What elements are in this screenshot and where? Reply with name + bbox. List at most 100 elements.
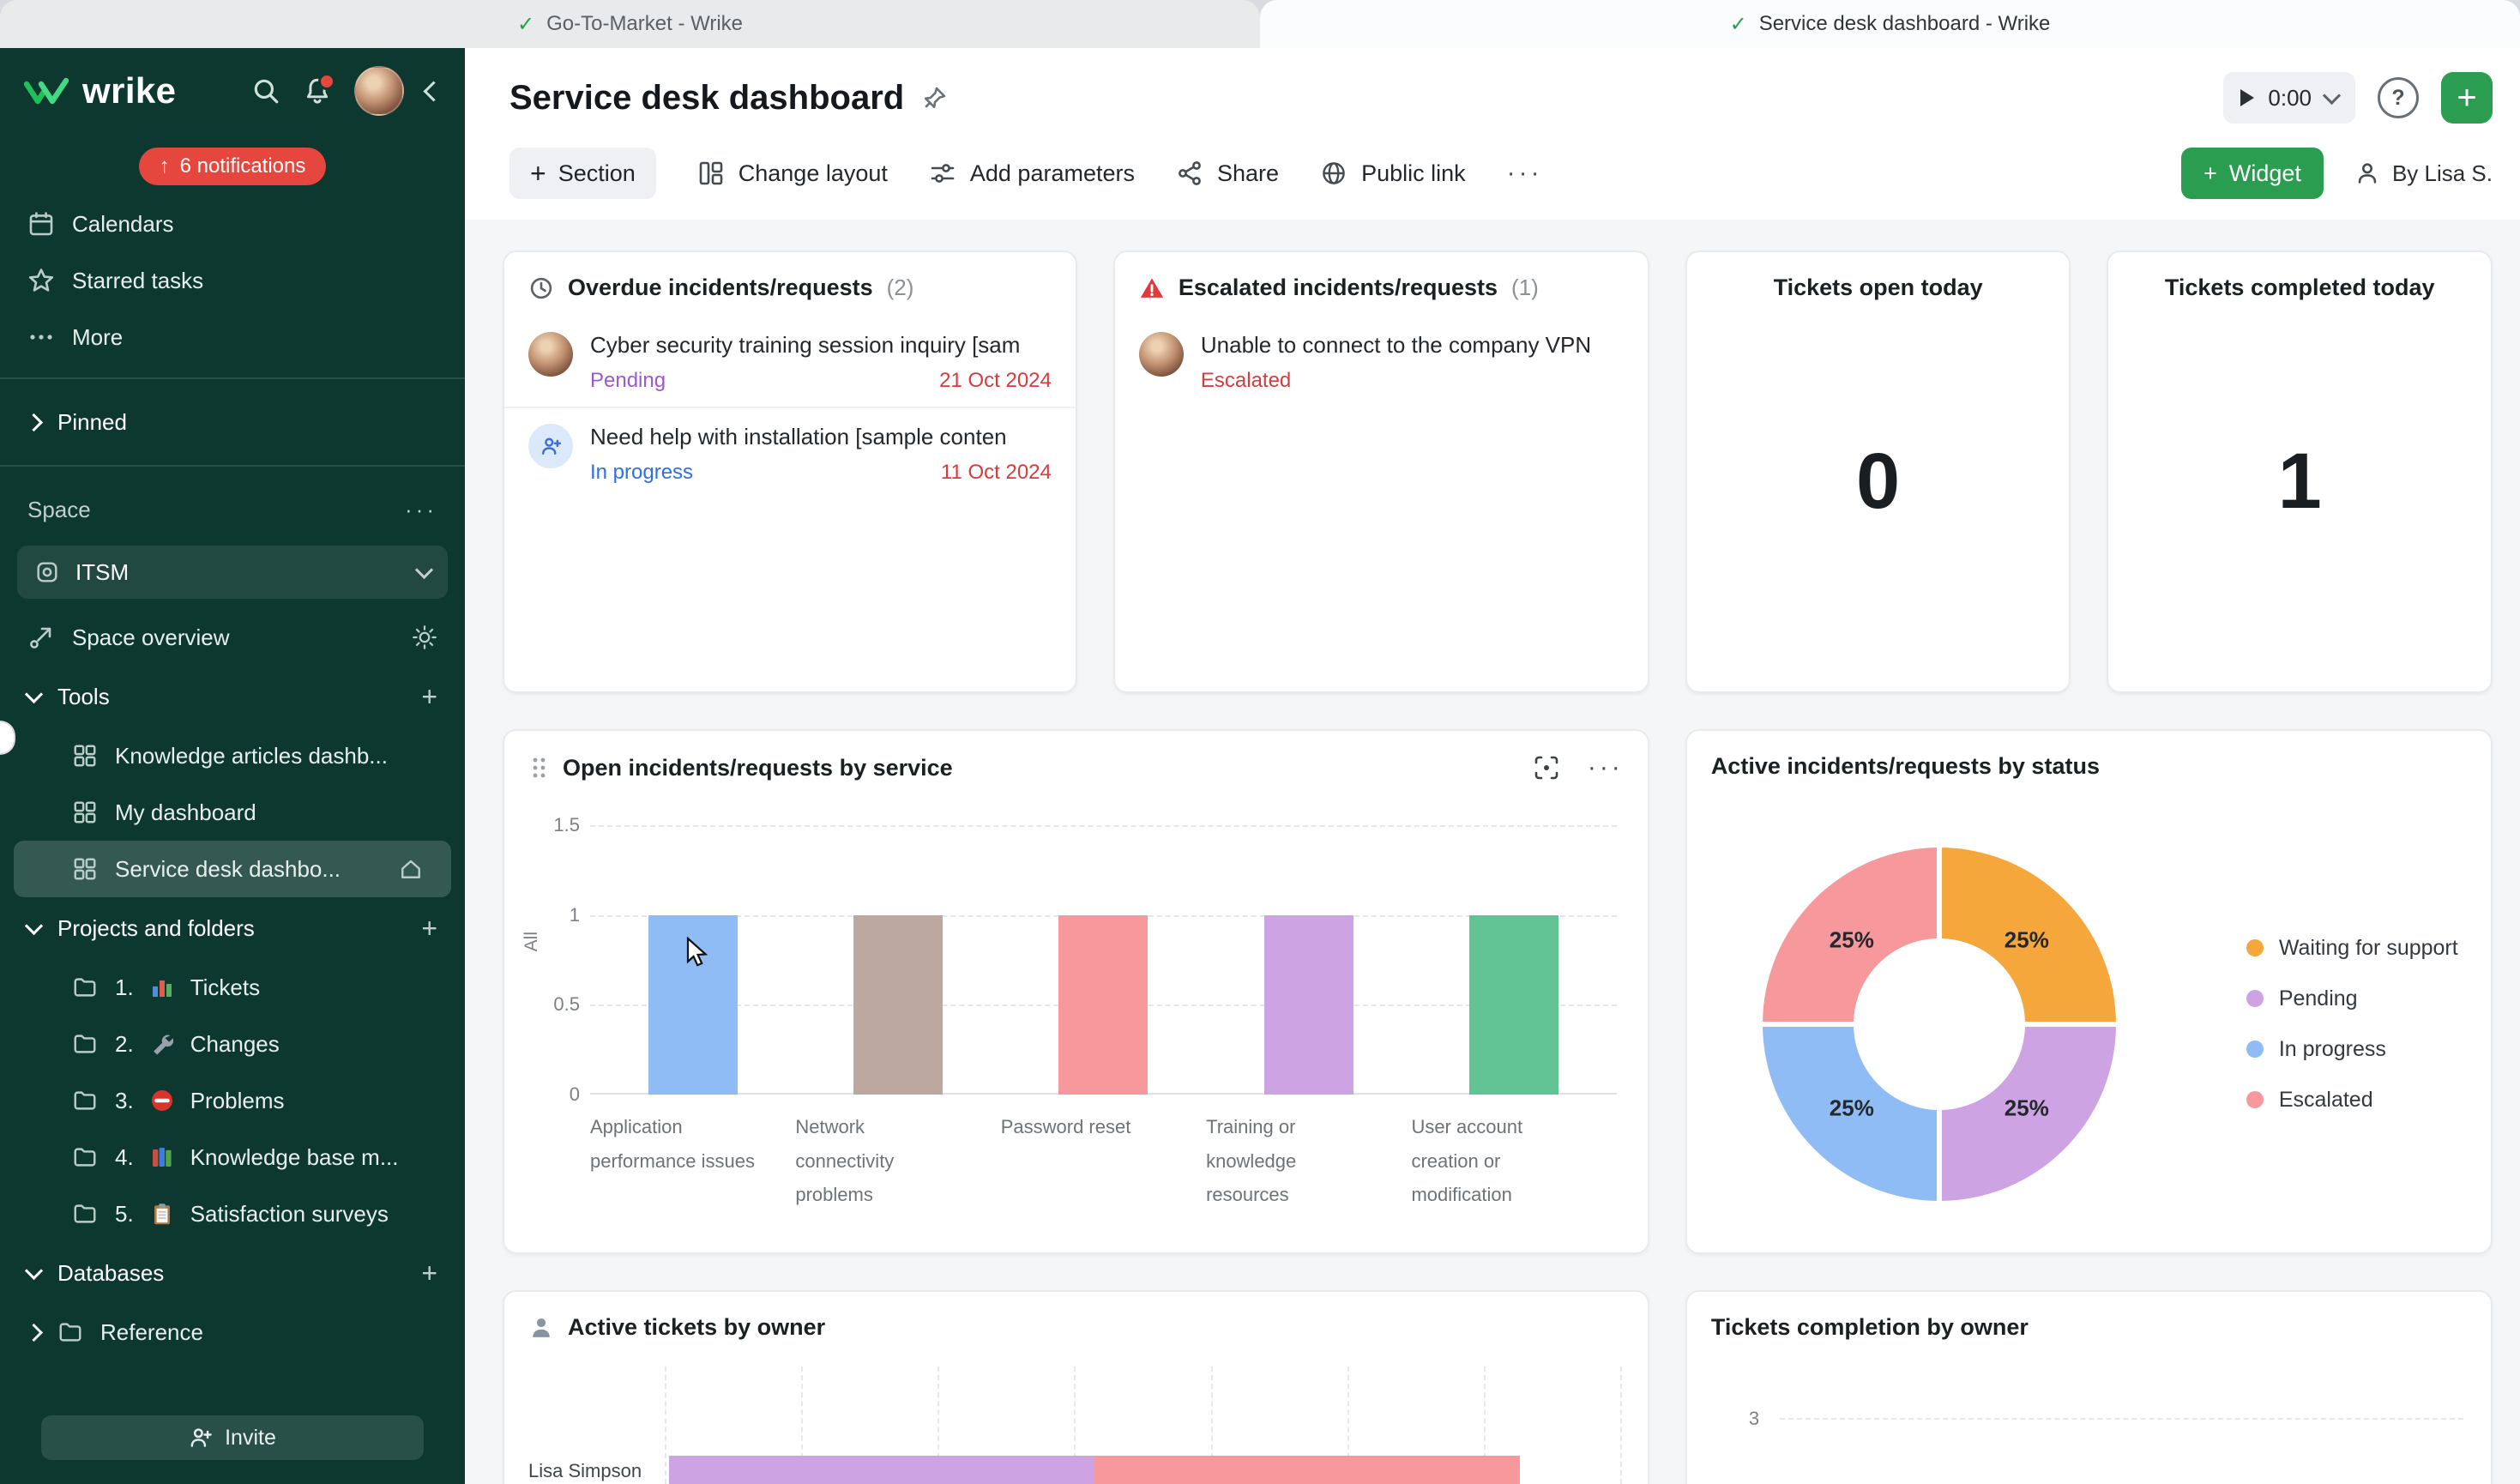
drag-handle-icon[interactable] [528, 755, 549, 781]
ticket-row[interactable]: Cyber security training session inquiry … [504, 317, 1076, 407]
notifications-count: 6 notifications [180, 154, 306, 178]
timer-control[interactable]: 0:00 [2223, 72, 2355, 124]
ticket-title[interactable]: Unable to connect to the company VPN [1201, 332, 1624, 359]
gear-icon[interactable] [412, 624, 437, 650]
brand-name: wrike [82, 70, 176, 112]
sidebar-section-projects[interactable]: Projects and folders + [0, 897, 465, 959]
share-label: Share [1217, 160, 1279, 187]
bar-segment-pink[interactable] [1094, 1456, 1520, 1484]
widget-open-by-service: Open incidents/requests by service ··· A… [503, 729, 1649, 1254]
notifications-bell-icon[interactable] [303, 76, 332, 106]
plus-icon: + [530, 158, 546, 190]
dashboard-toolbar: + Section Change layout Add parameters S… [465, 134, 2520, 220]
bar-application-performance[interactable] [648, 915, 738, 1095]
legend-dot [2246, 990, 2264, 1007]
sidebar-item-starred-tasks[interactable]: Starred tasks [0, 252, 465, 309]
layout-icon [697, 160, 725, 187]
legend-item[interactable]: Waiting for support [2246, 936, 2458, 961]
add-tool-icon[interactable]: + [421, 683, 437, 710]
widget-title: Active tickets by owner [568, 1314, 825, 1341]
sidebar-item-more[interactable]: More [0, 309, 465, 365]
bar-training-knowledge[interactable] [1264, 915, 1353, 1095]
donut-ring[interactable]: 25% 25% 25% 25% [1763, 848, 2116, 1201]
bar-user-account[interactable] [1469, 915, 1558, 1095]
help-button[interactable]: ? [2378, 77, 2419, 118]
play-icon[interactable] [2240, 89, 2254, 106]
dashboard-content: Overdue incidents/requests (2) Cyber sec… [465, 220, 2520, 1484]
x-category-label: Training or knowledge resources [1206, 1110, 1411, 1212]
add-widget-button[interactable]: + Widget [2181, 148, 2324, 199]
browser-tab-go-to-market[interactable]: ✓ Go-To-Market - Wrike [0, 0, 1260, 48]
folder-icon [72, 1144, 98, 1170]
notifications-pill[interactable]: ↑ 6 notifications [139, 148, 327, 185]
ticket-title[interactable]: Need help with installation [sample cont… [590, 424, 1052, 450]
item-number: 2. [115, 1031, 134, 1058]
share-icon [1176, 160, 1203, 187]
pin-icon[interactable] [921, 84, 949, 112]
share-button[interactable]: Share [1176, 160, 1279, 187]
notification-dot [318, 73, 335, 90]
widget-title: Tickets open today [1774, 274, 1983, 301]
search-icon[interactable] [251, 76, 280, 106]
sidebar-item-label: Service desk dashbo... [115, 856, 341, 883]
bar-chart-emoji-icon [151, 976, 173, 998]
sidebar-item-service-desk-dashboard[interactable]: Service desk dashbo... [14, 841, 451, 897]
dashboard-icon [72, 799, 98, 825]
assignee-avatar [528, 332, 573, 377]
space-selector[interactable]: ITSM [17, 546, 448, 599]
donut-hole [1854, 938, 2025, 1110]
sidebar-section-pinned[interactable]: Pinned [0, 391, 465, 453]
sidebar-item-knowledge-articles-dashboard[interactable]: Knowledge articles dashb... [0, 727, 465, 784]
invite-button[interactable]: Invite [41, 1415, 424, 1460]
x-category-label: Network connectivity problems [795, 1110, 1000, 1212]
dashboard-icon [72, 856, 98, 882]
sidebar-item-calendars[interactable]: Calendars [0, 196, 465, 252]
no-entry-emoji-icon [151, 1089, 173, 1112]
status-badge: Pending [590, 369, 666, 393]
sidebar-section-databases[interactable]: Databases + [0, 1242, 465, 1304]
change-layout-button[interactable]: Change layout [697, 160, 888, 187]
widget-more-icon[interactable]: ··· [1588, 753, 1624, 782]
sidebar-item-tickets[interactable]: 1. Tickets [0, 959, 465, 1016]
chevron-right-icon [25, 1323, 43, 1341]
add-button[interactable]: + [2441, 72, 2493, 124]
focus-icon[interactable] [1533, 754, 1560, 781]
user-avatar[interactable] [354, 66, 404, 116]
sidebar-item-knowledge-base[interactable]: 4. Knowledge base m... [0, 1129, 465, 1185]
legend-item[interactable]: In progress [2246, 1037, 2458, 1062]
ticket-row[interactable]: Need help with installation [sample cont… [504, 407, 1076, 498]
add-project-icon[interactable]: + [421, 914, 437, 942]
by-owner-filter[interactable]: By Lisa S. [2354, 160, 2493, 187]
ticket-row[interactable]: Unable to connect to the company VPN Esc… [1115, 317, 1648, 407]
y-axis: 1.5 1 0.5 0 [542, 825, 590, 1095]
sidebar-item-problems[interactable]: 3. Problems [0, 1072, 465, 1129]
sidebar-item-satisfaction-surveys[interactable]: 5. Satisfaction surveys [0, 1185, 465, 1242]
sidebar-section-tools[interactable]: Tools + [0, 666, 465, 727]
sidebar-item-my-dashboard[interactable]: My dashboard [0, 784, 465, 841]
bar-segment-purple[interactable] [669, 1456, 1094, 1484]
ticket-title[interactable]: Cyber security training session inquiry … [590, 332, 1052, 359]
sidebar-item-space-overview[interactable]: Space overview [0, 609, 465, 666]
public-link-button[interactable]: Public link [1320, 160, 1466, 187]
sidebar-item-changes[interactable]: 2. Changes [0, 1016, 465, 1072]
add-database-icon[interactable]: + [421, 1259, 437, 1287]
add-parameters-label: Add parameters [970, 160, 1135, 187]
browser-tab-service-desk[interactable]: ✓ Service desk dashboard - Wrike [1260, 0, 2520, 48]
bar-password-reset[interactable] [1058, 915, 1148, 1095]
add-parameters-button[interactable]: Add parameters [929, 160, 1135, 187]
legend-item[interactable]: Escalated [2246, 1088, 2458, 1113]
y-tick: 0.5 [553, 993, 580, 1016]
collapse-sidebar-icon[interactable] [423, 81, 443, 101]
bar-network-connectivity[interactable] [853, 915, 943, 1095]
calendar-icon [27, 210, 55, 238]
space-more-icon[interactable]: ··· [405, 497, 437, 523]
toolbar-more-icon[interactable]: ··· [1507, 159, 1543, 188]
widget-title: Overdue incidents/requests [568, 274, 873, 301]
person-plus-icon [189, 1426, 213, 1450]
folder-icon [72, 974, 98, 1000]
sidebar-item-reference[interactable]: Reference [0, 1304, 465, 1360]
add-section-button[interactable]: + Section [509, 148, 656, 199]
legend-item[interactable]: Pending [2246, 986, 2458, 1011]
wrike-logo-icon [24, 75, 69, 106]
warning-triangle-icon [1139, 275, 1165, 301]
